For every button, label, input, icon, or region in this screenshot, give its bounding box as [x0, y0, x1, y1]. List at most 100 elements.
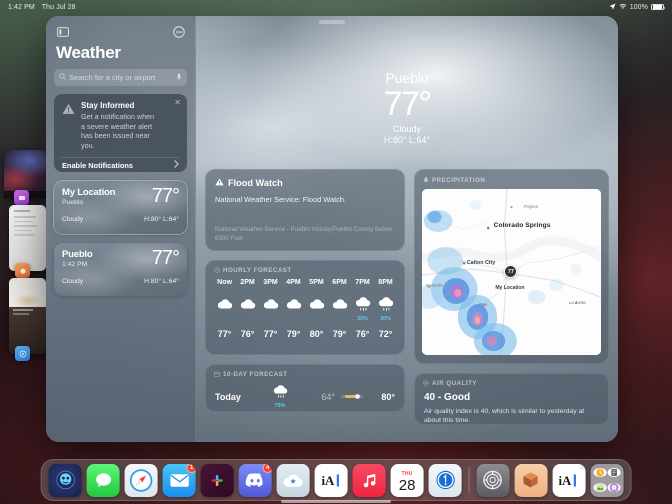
hour-precip [328, 316, 351, 323]
ten-day-forecast-card[interactable]: 10-DAY FORECAST Today 79% 64° 80° [205, 363, 405, 412]
dock-app-ia-writer[interactable]: iA [314, 463, 348, 497]
hour-precip [213, 316, 236, 323]
calendar-weekday: THU [401, 470, 413, 477]
air-quality-header-label: AIR QUALITY [432, 380, 478, 388]
hero-condition: Cloudy [392, 123, 421, 134]
hour-time: 5PM [309, 278, 324, 286]
hour-item[interactable]: 4PM 79° [282, 279, 305, 339]
weather-main-panel: Pueblo 77° Cloudy H:80° L:64° Flood Watc… [196, 16, 618, 442]
page-title: Weather [56, 43, 121, 62]
dock-app-drive[interactable] [276, 463, 310, 497]
dock-app-messages[interactable] [86, 463, 120, 497]
stage-thumb-3 [9, 278, 46, 354]
air-quality-card[interactable]: AIR QUALITY 40 - Good Air quality index … [414, 372, 609, 425]
hour-item[interactable]: 3PM 77° [259, 279, 282, 339]
dock-recent-cargo[interactable] [514, 463, 548, 497]
warning-triangle-icon [215, 178, 224, 188]
hour-item[interactable]: 6PM 79° [328, 279, 351, 339]
window-drag-handle[interactable] [319, 20, 345, 24]
hour-temp: 77° [217, 328, 232, 339]
dock-recent-ia-writer[interactable]: iA [552, 463, 586, 497]
dock-app-music[interactable] [352, 463, 386, 497]
dock-app-finder[interactable] [48, 463, 82, 497]
location-card-pueblo[interactable]: Pueblo 1:42 PM 77° Cloudy H:80° L:64° [54, 243, 187, 296]
recent-indicator-dot [579, 463, 586, 470]
dock-app-calendar[interactable]: THU 28 [390, 463, 424, 497]
hour-item[interactable]: 8PM 30% 72° [374, 279, 397, 339]
sidebar-toggle-icon[interactable] [56, 26, 69, 39]
cloud-rain-icon [351, 292, 374, 317]
hourly-forecast-card[interactable]: HOURLY FORECAST Now 77° 2PM 76° 3PM 77° … [205, 259, 405, 355]
hour-time: 7PM [355, 278, 370, 286]
dock-divider [468, 467, 470, 493]
stage-card-2[interactable] [9, 205, 46, 278]
home-indicator[interactable] [281, 500, 391, 503]
current-conditions-header: Pueblo 77° Cloudy H:80° L:64° [205, 16, 609, 145]
forecast-day-precip: 79% [274, 402, 286, 409]
hour-precip [282, 316, 305, 323]
dock-app-mail[interactable]: 1 [162, 463, 196, 497]
search-input[interactable]: Search for a city or airport [54, 69, 187, 86]
location-card-my-location[interactable]: My Location Pueblo 77° Cloudy H:80° L:64… [54, 181, 187, 234]
close-icon[interactable]: ✕ [174, 99, 181, 107]
hour-item[interactable]: Now 77° [213, 279, 236, 339]
location-temperature: 77° [151, 247, 180, 269]
forecast-day-row[interactable]: Today 79% 64° 80° [206, 383, 404, 409]
dock-app-safari[interactable] [124, 463, 158, 497]
cloud-icon [328, 292, 351, 317]
precipitation-map[interactable]: Payton Colorado Springs Cañon City Westc… [422, 188, 601, 355]
precipitation-icon [423, 176, 429, 185]
microphone-icon[interactable] [176, 73, 182, 83]
stage-badge-1-icon [14, 190, 29, 205]
clock-icon [214, 266, 220, 275]
discord-badge: 4 [262, 463, 272, 473]
hour-precip [236, 316, 259, 323]
stage-manager-strip[interactable] [0, 150, 46, 361]
dock[interactable]: 1 4 iA THU 28 iA [40, 459, 632, 501]
stay-informed-notice: Stay Informed Get a notification when a … [54, 94, 187, 172]
dock-app-slack[interactable] [200, 463, 234, 497]
enable-notifications-label: Enable Notifications [62, 160, 134, 170]
hour-item[interactable]: 5PM 80° [305, 279, 328, 339]
location-highlow: H:80° L:64° [144, 216, 179, 223]
precipitation-card[interactable]: PRECIPITATION Payton Colorado Springs Ca… [414, 168, 609, 364]
library-mini-icon-1 [593, 468, 607, 478]
stage-card-1[interactable] [4, 150, 46, 205]
status-bar: 1:42 PM Thu Jul 28 100% [0, 0, 672, 14]
dock-app-1password[interactable] [428, 463, 462, 497]
more-options-icon[interactable] [172, 26, 185, 39]
cloud-icon [236, 292, 259, 317]
hour-item[interactable]: 7PM 30% 76° [351, 279, 374, 339]
alert-footer: National Weather Service - Pueblo Vicini… [215, 225, 392, 242]
dock-app-discord[interactable]: 4 [238, 463, 272, 497]
air-quality-value: 40 - Good [424, 391, 471, 403]
hour-temp: 80° [309, 328, 324, 339]
weather-app-window[interactable]: Weather Search for a city or airport Sta… [46, 16, 618, 442]
alert-title: Flood Watch [228, 177, 283, 188]
notice-body: Get a notification when a severe weather… [81, 112, 155, 150]
svg-text:iA: iA [559, 473, 573, 488]
flood-watch-alert-card[interactable]: Flood Watch National Weather Service: Fl… [205, 168, 405, 251]
hero-temperature: 77° [383, 85, 432, 123]
forecast-day-high: 80° [381, 391, 395, 402]
library-mini-icon-4 [607, 482, 621, 492]
hour-temp: 76° [240, 328, 255, 339]
hour-time: Now [217, 278, 232, 286]
cloud-icon [213, 292, 236, 317]
hourly-header-label: HOURLY FORECAST [223, 267, 292, 275]
search-icon [59, 73, 66, 82]
weather-sidebar: Weather Search for a city or airport Sta… [46, 16, 196, 442]
dock-recent-settings[interactable] [476, 463, 510, 497]
hour-item[interactable]: 2PM 76° [236, 279, 259, 339]
forecast-day-low: 64° [321, 391, 335, 402]
alert-body: National Weather Service: Flood Watch. [215, 194, 347, 204]
search-placeholder-text: Search for a city or airport [69, 73, 156, 82]
hour-temp: 79° [286, 328, 301, 339]
cloud-icon [259, 292, 282, 317]
location-temperature: 77° [151, 185, 180, 207]
hour-precip: 30% [380, 315, 391, 322]
stage-card-3[interactable] [9, 278, 46, 361]
enable-notifications-button[interactable]: Enable Notifications [62, 157, 179, 172]
dock-app-library[interactable] [590, 463, 624, 497]
location-arrow-icon [609, 2, 616, 12]
